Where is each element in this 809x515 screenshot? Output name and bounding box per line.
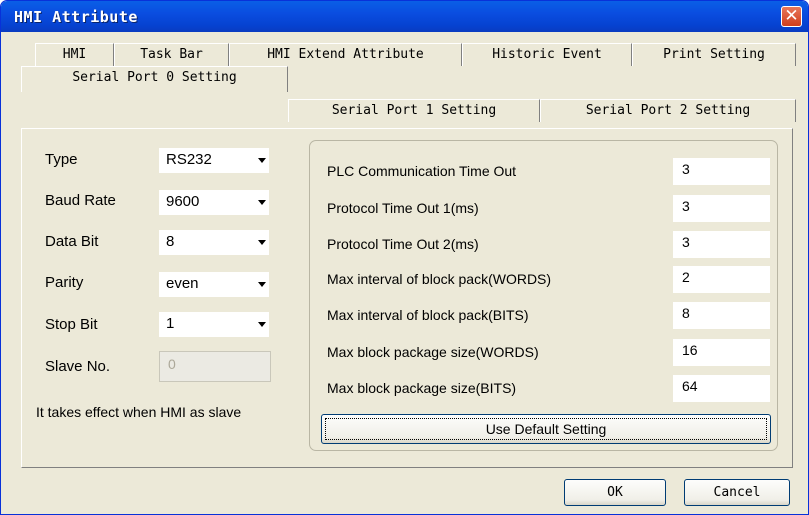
chevron-down-icon [258, 158, 266, 163]
window-title: HMI Attribute [14, 8, 138, 26]
baud-rate-select[interactable]: 9600 [159, 190, 269, 215]
plc-timeout-value: 3 [682, 161, 690, 177]
use-default-setting-button[interactable]: Use Default Setting [321, 414, 771, 444]
max-interval-bits-input[interactable]: 8 [673, 302, 770, 329]
protocol-timeout-2-value: 3 [682, 234, 690, 250]
stop-bit-label: Stop Bit [45, 316, 98, 333]
protocol-timeout-2-input[interactable]: 3 [673, 231, 770, 258]
max-interval-words-value: 2 [682, 269, 690, 285]
chevron-down-icon [258, 240, 266, 245]
max-interval-words-input[interactable]: 2 [673, 266, 770, 293]
title-bar[interactable]: HMI Attribute ✕ [1, 1, 808, 32]
tab-hmi-extend-attribute[interactable]: HMI Extend Attribute [229, 43, 462, 66]
stop-bit-select[interactable]: 1 [159, 312, 269, 337]
tab-historic-event[interactable]: Historic Event [462, 43, 632, 66]
max-package-bits-value: 64 [682, 378, 698, 394]
tab-label: Print Setting [663, 47, 765, 62]
close-icon: ✕ [784, 6, 799, 26]
data-bit-value: 8 [166, 233, 175, 250]
max-interval-bits-value: 8 [682, 305, 690, 321]
tab-label: Serial Port 0 Setting [72, 70, 237, 85]
tab-serial-port-2[interactable]: Serial Port 2 Setting [540, 99, 796, 122]
tab-label: Serial Port 1 Setting [331, 103, 497, 118]
parity-label: Parity [45, 274, 84, 291]
max-package-words-label: Max block package size(WORDS) [327, 344, 539, 360]
timing-group [309, 140, 778, 451]
chevron-down-icon [258, 200, 266, 205]
data-bit-select[interactable]: 8 [159, 230, 269, 255]
tab-serial-port-1[interactable]: Serial Port 1 Setting [288, 99, 540, 122]
tab-task-bar[interactable]: Task Bar [114, 43, 229, 66]
parity-select[interactable]: even [159, 272, 269, 297]
tab-print-setting[interactable]: Print Setting [632, 43, 796, 66]
tab-label: Serial Port 2 Setting [585, 103, 751, 118]
use-default-setting-label: Use Default Setting [325, 418, 767, 440]
slave-no-label: Slave No. [45, 358, 111, 375]
max-package-words-value: 16 [682, 342, 698, 358]
type-select[interactable]: RS232 [159, 148, 269, 173]
max-package-bits-input[interactable]: 64 [673, 375, 770, 402]
close-button[interactable]: ✕ [781, 6, 802, 27]
type-value: RS232 [166, 151, 212, 168]
protocol-timeout-1-input[interactable]: 3 [673, 195, 770, 222]
plc-timeout-label: PLC Communication Time Out [327, 163, 517, 179]
max-package-bits-label: Max block package size(BITS) [327, 380, 517, 396]
tab-serial-port-0[interactable]: Serial Port 0 Setting [21, 66, 288, 92]
tab-label: HMI Extend Attribute [267, 47, 424, 62]
max-interval-words-label: Max interval of block pack(WORDS) [327, 271, 552, 287]
chevron-down-icon [258, 322, 266, 327]
max-package-words-input[interactable]: 16 [673, 339, 770, 366]
plc-timeout-input[interactable]: 3 [673, 158, 770, 185]
tab-label: HMI [62, 47, 87, 62]
slave-no-input: 0 [159, 351, 271, 382]
protocol-timeout-1-value: 3 [682, 198, 690, 214]
cancel-button[interactable]: Cancel [684, 479, 790, 506]
protocol-timeout-2-label: Protocol Time Out 2(ms) [327, 236, 479, 252]
baud-rate-label: Baud Rate [45, 192, 116, 209]
stop-bit-value: 1 [166, 315, 175, 332]
tab-label: Task Bar [140, 47, 203, 62]
tab-hmi[interactable]: HMI [35, 43, 114, 66]
slave-note: It takes effect when HMI as slave [36, 404, 242, 420]
type-label: Type [45, 151, 78, 168]
max-interval-bits-label: Max interval of block pack(BITS) [327, 307, 529, 323]
slave-no-value: 0 [168, 356, 176, 372]
baud-rate-value: 9600 [166, 193, 200, 210]
hmi-attribute-dialog: HMI Attribute ✕ HMI Task Bar HMI Extend … [0, 0, 809, 515]
chevron-down-icon [258, 282, 266, 287]
tab-label: Historic Event [492, 47, 602, 62]
data-bit-label: Data Bit [45, 233, 99, 250]
parity-value: even [166, 275, 199, 292]
protocol-timeout-1-label: Protocol Time Out 1(ms) [327, 200, 479, 216]
ok-button[interactable]: OK [564, 479, 666, 506]
